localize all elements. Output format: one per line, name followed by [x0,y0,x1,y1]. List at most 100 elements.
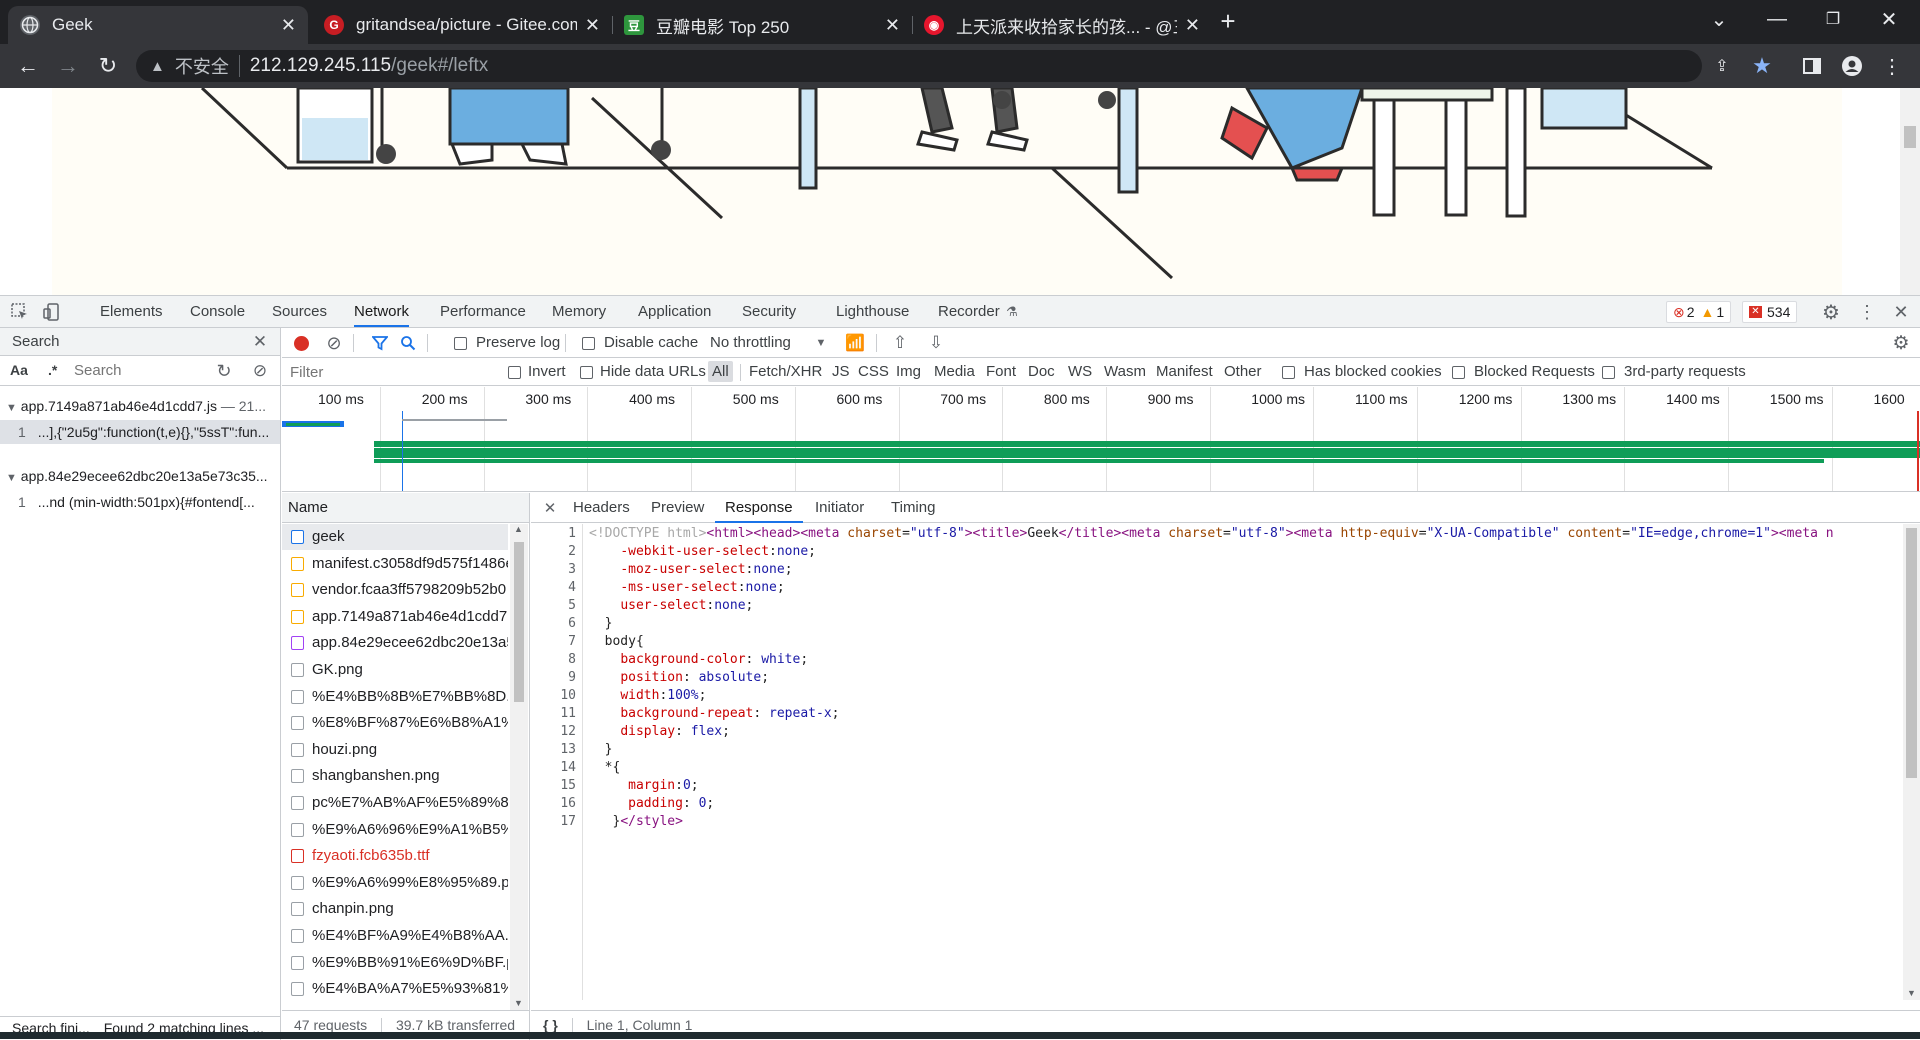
back-button[interactable]: ← [12,50,44,82]
address-bar[interactable]: ▲ 不安全 212.129.245.115 /geek#/leftx [136,50,1702,82]
type-filter-all[interactable]: All [708,361,733,382]
has-blocked-cookies-checkbox[interactable] [1282,366,1295,379]
search-icon[interactable] [398,333,418,353]
name-column-header[interactable]: Name [282,493,529,523]
more-options-icon[interactable]: ⋮ [1856,301,1878,323]
search-result-file[interactable]: ▼ app.7149a871ab46e4d1cdd7.js — 21... [0,398,280,420]
tab-response[interactable]: Response [715,493,803,523]
type-filter-font[interactable]: Font [986,363,1016,380]
request-row[interactable]: pc%E7%AB%AF%E5%89%8D. [282,790,508,816]
tab-geek[interactable]: Geek ✕ [8,6,308,44]
device-toolbar-icon[interactable] [42,302,62,322]
tab-recorder[interactable]: Recorder [938,296,1000,327]
tab-memory[interactable]: Memory [552,296,606,327]
filter-input[interactable] [286,361,482,383]
profile-icon[interactable] [1836,50,1868,82]
request-row[interactable]: manifest.c3058df9d575f1486e [282,551,508,577]
request-row[interactable]: %E4%BA%A7%E5%93%81%E [282,976,508,1002]
request-row[interactable]: fzyaoti.fcb635b.ttf [282,843,508,869]
throttling-select[interactable]: No throttling [710,334,791,351]
preserve-log-checkbox[interactable] [454,337,467,350]
window-close-button[interactable]: ✕ [1864,0,1914,38]
side-panel-icon[interactable] [1796,50,1828,82]
console-counts-badge[interactable]: ⊗ 2 ▲ 1 [1666,301,1732,323]
disable-cache-checkbox[interactable] [582,337,595,350]
restore-button[interactable]: ❐ [1808,0,1858,38]
hide-data-urls-checkbox[interactable] [580,366,593,379]
request-row[interactable]: GK.png [282,657,508,683]
tab-douban[interactable]: 豆 豆瓣电影 Top 250 ✕ [612,6,913,44]
reload-button[interactable]: ↻ [92,50,124,82]
network-overview-timeline[interactable]: 100 ms 200 ms 300 ms 400 ms 500 ms 600 ms 700 … [282,387,1920,492]
tab-headers[interactable]: Headers [573,493,630,523]
type-filter-ws[interactable]: WS [1068,363,1092,380]
match-case-button[interactable]: Aa [10,362,28,378]
third-party-checkbox[interactable] [1602,366,1615,379]
page-scrollbar[interactable] [1900,88,1920,295]
minimize-button[interactable]: — [1752,0,1802,38]
new-tab-button[interactable]: + [1208,2,1248,40]
invert-checkbox[interactable] [508,366,521,379]
type-filter-img[interactable]: Img [896,363,921,380]
tab-initiator[interactable]: Initiator [815,493,864,523]
request-row[interactable]: vendor.fcaa3ff5798209b52b0 [282,577,508,603]
request-row[interactable]: houzi.png [282,737,508,763]
dropdown-arrow-icon[interactable]: ▼ [814,334,828,352]
share-icon[interactable]: ⇪ [1706,50,1738,82]
search-result-line[interactable]: 1 ...nd (min-width:501px){#fontend[... [0,490,280,514]
tab-performance[interactable]: Performance [440,296,526,327]
export-har-icon[interactable]: ⇩ [926,333,946,353]
request-row[interactable]: %E9%A6%96%E9%A1%B5%E [282,817,508,843]
type-filter-media[interactable]: Media [934,363,975,380]
tab-lighthouse[interactable]: Lighthouse [836,296,909,327]
search-input[interactable] [70,359,208,382]
type-filter-js[interactable]: JS [832,363,850,380]
close-icon[interactable]: ✕ [1185,15,1200,36]
filter-icon[interactable] [370,333,390,353]
close-icon[interactable]: ✕ [281,15,296,36]
menu-icon[interactable]: ⋮ [1876,50,1908,82]
close-devtools-icon[interactable]: ✕ [1890,301,1912,323]
regex-button[interactable]: .* [48,362,57,378]
tab-application[interactable]: Application [638,296,711,327]
tab-weibo[interactable]: ◉ 上天派来收拾家长的孩... - @三 ✕ [912,6,1212,44]
blocked-requests-checkbox[interactable] [1452,366,1465,379]
request-row[interactable]: %E8%BF%87%E6%B8%A1%E. [282,710,508,736]
issues-badge[interactable]: ✕ 534 [1742,301,1798,323]
network-conditions-icon[interactable]: 📶 [844,333,866,353]
response-source-view[interactable]: 1 2 3 4 5 6 7 8 9 10 11 12 13 14 15 16 17 <!DOCTYPE html… [531,524,1903,1000]
request-row[interactable]: %E9%A6%99%E8%95%89.pn [282,870,508,896]
request-row[interactable]: %E4%BB%8B%E7%BB%8D.pn [282,684,508,710]
record-button[interactable] [294,336,309,351]
close-icon[interactable]: ✕ [250,332,270,352]
tab-timing[interactable]: Timing [891,493,935,523]
type-filter-manifest[interactable]: Manifest [1156,363,1213,380]
code-vertical-scrollbar[interactable]: ▼ [1903,524,1920,1000]
clear-icon[interactable]: ⊘ [250,361,270,381]
settings-gear-icon[interactable]: ⚙ [1820,301,1842,324]
search-result-file[interactable]: ▼ app.84e29ecee62dbc20e13a5e73c35... [0,468,280,490]
tab-elements[interactable]: Elements [100,296,163,327]
type-filter-fetch-xhr[interactable]: Fetch/XHR [749,363,822,380]
refresh-icon[interactable]: ↻ [214,361,234,381]
clear-log-icon[interactable]: ⊘ [324,333,344,353]
tab-search-icon[interactable]: ⌄ [1694,0,1744,38]
bookmark-star-icon[interactable]: ★ [1746,50,1778,82]
network-settings-gear-icon[interactable]: ⚙ [1890,333,1912,354]
request-row[interactable]: app.7149a871ab46e4d1cdd7. [282,604,508,630]
request-row[interactable]: shangbanshen.png [282,763,508,789]
import-har-icon[interactable]: ⇧ [890,333,910,353]
close-icon[interactable]: ✕ [885,15,900,36]
request-row[interactable]: %E4%BF%A9%E4%B8%AA.pn [282,923,508,949]
close-icon[interactable]: ✕ [585,15,600,36]
request-row[interactable]: app.84e29ecee62dbc20e13a5 [282,630,508,656]
tab-sources[interactable]: Sources [272,296,327,327]
request-row[interactable]: geek [282,524,508,550]
tab-gitee[interactable]: G gritandsea/picture - Gitee.com ✕ [312,6,613,44]
tab-network[interactable]: Network [354,296,410,327]
type-filter-css[interactable]: CSS [858,363,889,380]
inspect-element-icon[interactable] [10,302,30,322]
request-row[interactable]: chanpin.png [282,896,508,922]
tab-preview[interactable]: Preview [651,493,704,523]
type-filter-other[interactable]: Other [1224,363,1262,380]
